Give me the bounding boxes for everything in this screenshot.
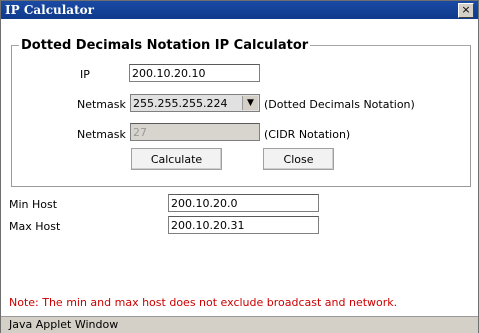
status-bar: Java Applet Window — [1, 316, 478, 333]
cidr-label: Netmask — [77, 128, 126, 141]
window-title: IP Calculator — [5, 3, 94, 17]
cidr-input-value: 27 — [133, 126, 147, 139]
min-host-value: 200.10.20.0 — [171, 197, 238, 210]
close-button[interactable]: Close — [263, 148, 334, 170]
close-window-button[interactable]: × — [458, 3, 474, 18]
calculate-button[interactable]: Calculate — [131, 148, 222, 170]
min-host-field[interactable]: 200.10.20.0 — [168, 194, 319, 212]
max-host-value: 200.10.20.31 — [171, 219, 245, 232]
max-host-label: Max Host — [9, 220, 61, 233]
chevron-down-icon[interactable]: ▼ — [242, 96, 258, 110]
status-text: Java Applet Window — [9, 318, 119, 331]
title-bar[interactable]: IP Calculator × — [1, 1, 478, 19]
ip-label: IP — [80, 68, 90, 81]
ip-input-value: 200.10.20.10 — [132, 67, 206, 80]
applet-window: IP Calculator × Dotted Decimals Notation… — [0, 0, 479, 333]
close-icon: × — [461, 3, 471, 16]
netmask-label: Netmask — [77, 98, 126, 111]
ip-input[interactable]: 200.10.20.10 — [129, 64, 260, 82]
min-host-label: Min Host — [9, 198, 58, 211]
netmask-select[interactable]: 255.255.255.224 ▼ — [130, 94, 260, 112]
cidr-input: 27 — [130, 123, 260, 141]
max-host-field[interactable]: 200.10.20.31 — [168, 216, 319, 234]
netmask-description: (Dotted Decimals Notation) — [264, 98, 415, 111]
netmask-select-value: 255.255.255.224 — [133, 97, 228, 110]
cidr-description: (CIDR Notation) — [264, 128, 351, 141]
note-text: Note: The min and max host does not excl… — [9, 296, 398, 309]
calculator-legend: Dotted Decimals Notation IP Calculator — [19, 38, 311, 53]
